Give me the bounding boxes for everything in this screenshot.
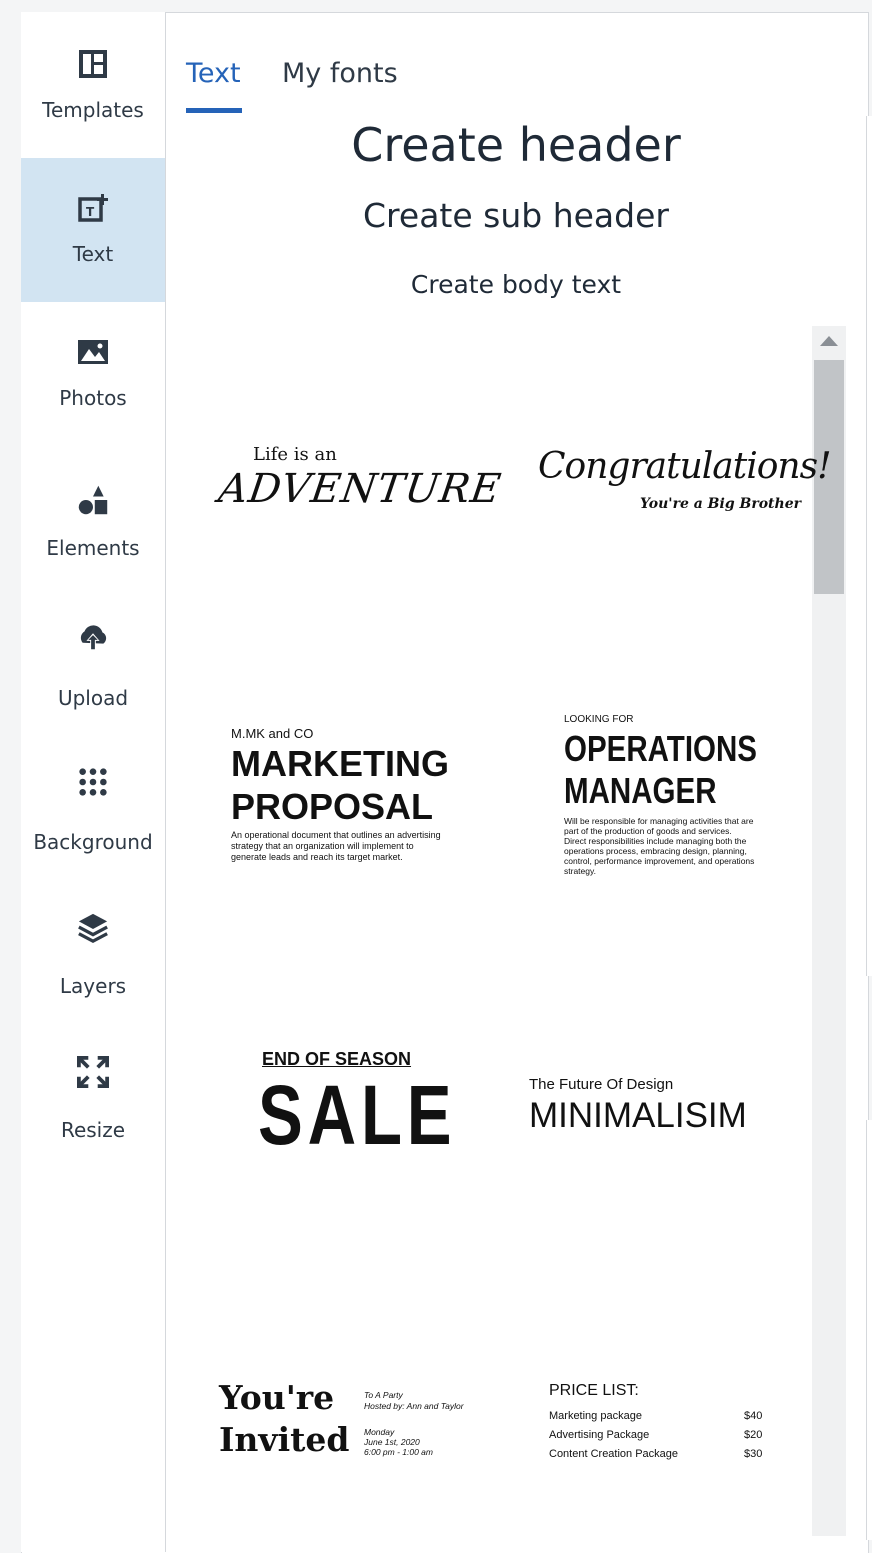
background-icon	[77, 766, 109, 798]
sidebar-item-resize[interactable]: Resize	[21, 1022, 165, 1166]
template-text: LOOKING FOR	[564, 714, 634, 725]
text-template-operations-manager[interactable]: LOOKING FOR OPERATIONS MANAGER Will be r…	[560, 710, 780, 885]
template-text: PRICE LIST:	[549, 1382, 639, 1399]
template-text: You're	[219, 1378, 335, 1417]
template-text: Hosted by: Ann and Taylor	[364, 1401, 464, 1411]
text-icon: T	[77, 192, 109, 224]
text-template-congratulations[interactable]: Congratulations! You're a Big Brother	[530, 440, 832, 530]
sidebar-item-label: Resize	[60, 1118, 126, 1142]
active-tab-indicator	[186, 108, 242, 113]
tab-text[interactable]: Text	[186, 58, 241, 89]
price-item-value: $40	[744, 1410, 763, 1422]
template-text: generate leads and reach its target mark…	[231, 852, 403, 862]
text-template-sale[interactable]: END OF SEASON SALE	[250, 1045, 452, 1162]
elements-icon	[77, 484, 109, 516]
template-text: PROPOSAL	[231, 786, 434, 827]
price-item-name: Advertising Package	[549, 1429, 650, 1441]
template-text: M.MK and CO	[231, 726, 314, 741]
create-subheader-button[interactable]: Create sub header	[166, 196, 866, 235]
svg-text:T: T	[86, 205, 95, 219]
sidebar-item-background[interactable]: Background	[21, 734, 165, 878]
sidebar-item-text[interactable]: T Text	[21, 158, 165, 302]
templates-icon	[77, 48, 109, 80]
template-text: Monday	[364, 1427, 395, 1437]
template-text: Life is an	[253, 444, 337, 465]
text-template-minimalism[interactable]: The Future Of Design MINIMALISIM	[525, 1072, 775, 1142]
template-text: Invited	[219, 1420, 350, 1459]
sidebar-item-photos[interactable]: Photos	[21, 302, 165, 446]
sidebar-item-upload[interactable]: Upload	[21, 590, 165, 734]
template-text: Direct responsibilities include managing…	[564, 836, 747, 846]
template-text: MINIMALISIM	[529, 1096, 747, 1135]
template-text: strategy.	[564, 866, 596, 876]
sidebar-item-label: Elements	[46, 536, 140, 560]
scrollbar[interactable]	[812, 326, 846, 1536]
template-text: MANAGER	[564, 770, 717, 811]
sidebar-item-label: Layers	[59, 974, 127, 998]
template-text: Will be responsible for managing activit…	[564, 816, 754, 826]
text-template-adventure[interactable]: Life is an ADVENTURE	[205, 430, 505, 540]
template-text: control, performance improvement, and op…	[564, 856, 755, 866]
template-text: ADVENTURE	[215, 466, 505, 512]
template-text: operations process, embracing design, pl…	[564, 846, 747, 856]
template-text: The Future Of Design	[529, 1076, 674, 1093]
scroll-up-arrow-icon[interactable]	[820, 336, 838, 346]
price-item-value: $20	[744, 1429, 763, 1441]
upload-icon	[77, 622, 109, 654]
sidebar-item-label: Background	[33, 830, 153, 854]
sidebar-item-label: Photos	[59, 386, 127, 410]
text-template-invited[interactable]: You're Invited To A Party Hosted by: Ann…	[215, 1378, 480, 1468]
layers-icon	[77, 912, 109, 944]
sidebar: Templates T Text Photos Elements Upload	[21, 12, 166, 1552]
tab-my-fonts[interactable]: My fonts	[282, 58, 398, 89]
template-text: 6:00 pm - 1:00 am	[364, 1447, 433, 1457]
price-item-name: Content Creation Package	[549, 1448, 679, 1460]
sidebar-item-label: Upload	[57, 686, 129, 710]
sidebar-item-layers[interactable]: Layers	[21, 878, 165, 1022]
canvas-edge	[866, 116, 872, 976]
photos-icon	[77, 336, 109, 368]
sidebar-item-label: Text	[72, 242, 114, 266]
template-text: MARKETING	[231, 743, 449, 784]
template-text: To A Party	[364, 1390, 403, 1400]
template-text: part of the production of goods and serv…	[564, 826, 732, 836]
create-body-text-button[interactable]: Create body text	[166, 270, 866, 299]
sidebar-item-elements[interactable]: Elements	[21, 446, 165, 590]
resize-icon	[77, 1056, 109, 1088]
text-template-marketing-proposal[interactable]: M.MK and CO MARKETING PROPOSAL An operat…	[225, 720, 475, 870]
sidebar-item-label: Templates	[42, 98, 144, 122]
create-header-button[interactable]: Create header	[166, 118, 866, 172]
template-text: You're a Big Brother	[640, 496, 801, 512]
template-text: June 1st, 2020	[364, 1437, 420, 1447]
template-text: An operational document that outlines an…	[231, 830, 441, 840]
template-text: Congratulations!	[538, 446, 832, 487]
text-template-price-list[interactable]: PRICE LIST: Marketing package $40 Advert…	[545, 1378, 770, 1468]
price-item-value: $30	[744, 1448, 763, 1460]
price-item-name: Marketing package	[549, 1410, 642, 1422]
template-text: strategy that an organization will imple…	[231, 841, 414, 851]
sidebar-item-templates[interactable]: Templates	[21, 12, 165, 156]
canvas-edge	[866, 1120, 872, 1540]
template-text: OPERATIONS	[564, 728, 757, 769]
template-text: SALE	[258, 1068, 457, 1162]
